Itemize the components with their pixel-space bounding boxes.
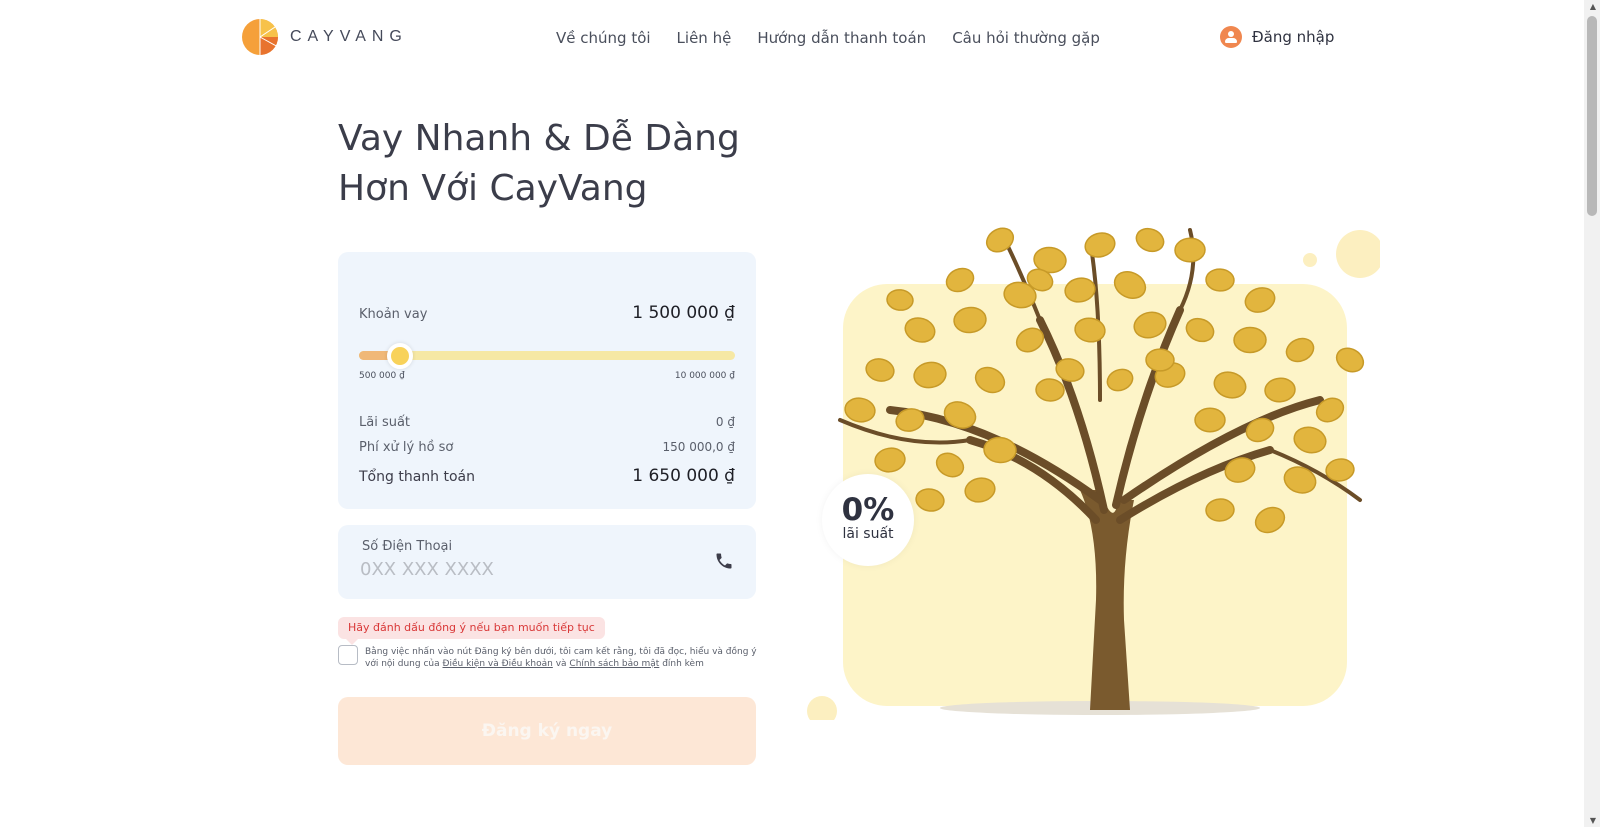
gold-coin	[865, 358, 895, 382]
gold-coin	[1244, 287, 1276, 313]
gold-coin	[1264, 377, 1296, 403]
fee-label: Phí xử lý hồ sơ	[359, 440, 454, 455]
gold-coin	[913, 361, 947, 389]
money-tree-illustration	[807, 227, 1380, 720]
gold-coin	[1233, 326, 1267, 354]
phone-label: Số Điện Thoại	[362, 539, 453, 554]
consent-and: và	[555, 659, 567, 669]
consent-text: Bằng việc nhấn vào nút Đăng ký bên dưới,…	[365, 646, 761, 670]
title-line-2: Hơn Với CayVang	[338, 168, 648, 209]
gold-coin	[844, 397, 876, 423]
gold-coin	[915, 488, 945, 512]
loan-range: 500 000 ₫ 10 000 000 ₫	[359, 371, 735, 381]
total-label: Tổng thanh toán	[359, 469, 475, 485]
gold-coin	[945, 267, 975, 293]
nav-contact[interactable]: Liên hệ	[677, 29, 732, 47]
loan-amount-value: 1 500 000 ₫	[632, 303, 735, 323]
loan-slider[interactable]	[359, 343, 735, 369]
loan-max-label: 10 000 000 ₫	[674, 371, 735, 381]
nav-payment-guide[interactable]: Hướng dẫn thanh toán	[757, 29, 926, 47]
scrollbar-thumb[interactable]	[1587, 16, 1597, 216]
nav-faq[interactable]: Câu hỏi thường gặp	[952, 29, 1100, 47]
loan-slider-handle[interactable]	[387, 343, 414, 369]
gold-coin	[1213, 371, 1247, 399]
gold-coin	[1174, 237, 1206, 263]
gold-coin	[1293, 426, 1327, 454]
main-nav: Về chúng tôi Liên hệ Hướng dẫn thanh toá…	[556, 29, 1100, 47]
gold-coin	[1194, 407, 1226, 433]
gold-coin	[1133, 311, 1167, 339]
privacy-link[interactable]: Chính sách bảo mật	[569, 659, 659, 669]
gold-coin	[1205, 268, 1235, 292]
gold-coin	[1064, 277, 1096, 303]
gold-coin	[1113, 271, 1147, 299]
brand-name: CAYVANG	[290, 28, 408, 45]
interest-row: Lãi suất 0 ₫	[359, 415, 735, 430]
gold-coin	[904, 317, 936, 343]
scroll-up-arrow-icon[interactable]: ▲	[1590, 2, 1596, 11]
consent-warning: Hãy đánh dấu đồng ý nếu bạn muốn tiếp tụ…	[338, 617, 605, 645]
consent-checkbox[interactable]	[338, 645, 358, 665]
gold-coin	[1074, 317, 1106, 343]
interest-value: 0 ₫	[715, 415, 735, 429]
nav-about[interactable]: Về chúng tôi	[556, 29, 651, 47]
gold-coin	[1185, 317, 1215, 343]
loan-amount-label: Khoản vay	[359, 307, 428, 322]
loan-calculator: Khoản vay 1 500 000 ₫ 500 000 ₫ 10 000 0…	[338, 252, 756, 509]
logo-icon	[242, 19, 278, 55]
gold-coin	[1106, 368, 1134, 392]
total-value: 1 650 000 ₫	[632, 466, 735, 486]
loan-amount-row: Khoản vay 1 500 000 ₫	[359, 303, 735, 323]
scroll-down-arrow-icon[interactable]: ▼	[1590, 816, 1596, 825]
gold-coin	[886, 289, 914, 311]
gold-coin	[1254, 506, 1286, 534]
fee-row: Phí xử lý hồ sơ 150 000,0 ₫	[359, 440, 735, 455]
gold-coin	[964, 477, 996, 503]
gold-coin	[1285, 337, 1315, 363]
login-button[interactable]: Đăng nhập	[1220, 26, 1334, 48]
page-scrollbar[interactable]: ▲ ▼	[1584, 0, 1600, 827]
register-button[interactable]: Đăng ký ngay	[338, 697, 756, 765]
phone-field: Số Điện Thoại	[338, 525, 756, 599]
login-label: Đăng nhập	[1252, 28, 1335, 46]
user-icon	[1220, 26, 1242, 48]
loan-min-label: 500 000 ₫	[359, 371, 405, 381]
title-line-1: Vay Nhanh & Dễ Dàng	[338, 118, 740, 159]
gold-coin	[983, 436, 1017, 464]
phone-input[interactable]	[360, 559, 680, 580]
gold-coin	[974, 366, 1006, 394]
interest-badge: 0% lãi suất	[822, 474, 914, 566]
interest-label: Lãi suất	[359, 415, 411, 430]
badge-label: lãi suất	[842, 526, 894, 542]
gold-coin	[1084, 232, 1116, 258]
gold-coin	[1145, 348, 1175, 372]
gold-coin	[953, 306, 987, 334]
gold-coin	[1135, 227, 1165, 253]
fee-value: 150 000,0 ₫	[662, 440, 735, 454]
terms-link[interactable]: Điều kiện và Điều khoản	[443, 659, 553, 669]
gold-coin	[1335, 347, 1365, 373]
consent-text-part2: đính kèm	[662, 659, 704, 669]
logo[interactable]: CAYVANG	[242, 19, 408, 55]
gold-coin	[1035, 378, 1065, 402]
page-title: Vay Nhanh & Dễ Dàng Hơn Với CayVang	[338, 114, 778, 214]
total-row: Tổng thanh toán 1 650 000 ₫	[359, 466, 735, 486]
gold-coin	[1205, 498, 1235, 522]
gold-coin	[935, 452, 965, 478]
gold-coin	[874, 447, 906, 473]
badge-percent: 0%	[841, 492, 895, 528]
phone-icon	[716, 553, 732, 569]
